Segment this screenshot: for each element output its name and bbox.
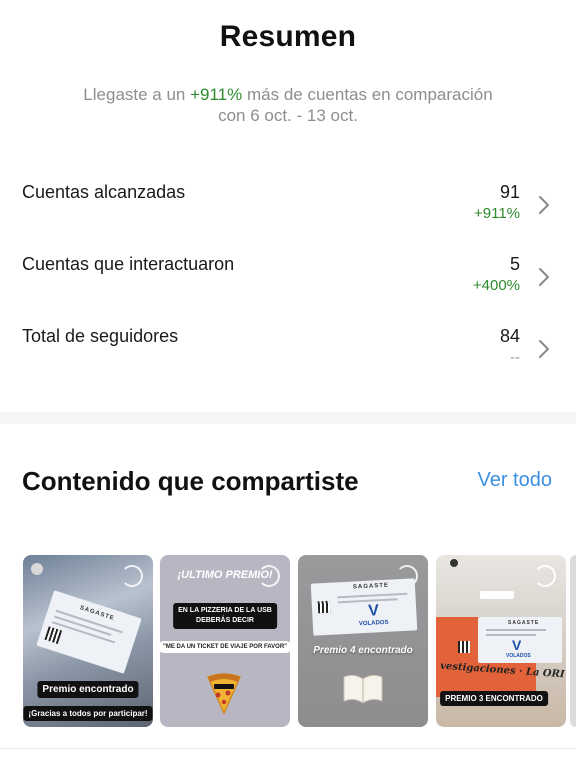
section-title: Contenido que compartiste [22,466,359,496]
story-thumbnail-3[interactable]: SAGASTE V VOLADOS Premio 4 encontrado [298,555,428,727]
chevron-right-icon [539,340,549,358]
ticket-image: SAGASTE V VOLADOS [310,578,418,636]
open-book-icon [343,674,383,704]
section-divider [0,412,576,424]
summary-suffix: más de cuentas en comparación [242,85,493,104]
qr-code-icon [44,626,63,644]
summary-growth: +911% [190,85,243,104]
stat-delta: -- [510,349,520,366]
ticket-label: SAGASTE [352,582,390,591]
stat-label: Cuentas que interactuaron [22,254,235,274]
story-avatar [450,559,458,567]
stat-row-followers[interactable]: Total de seguidores 84 -- [0,326,576,386]
story-thumbnail-1[interactable]: SAGASTE Premio encontrado ¡Gracias a tod… [23,555,153,727]
summary-text: Llegaste a un +911% más de cuentas en co… [40,84,536,126]
next-thumbnail-edge[interactable] [570,555,576,727]
stat-delta: +911% [473,205,520,222]
story-sticker [480,591,514,599]
story-thumbnail-2[interactable]: ¡ULTIMO PREMIO! EN LA PIZZERIA DE LA USB… [160,555,290,727]
see-all-link[interactable]: Ver todo [477,469,552,492]
stat-value: 91 [499,182,520,202]
ticket-label: SAGASTE [508,620,540,626]
qr-code-icon [317,600,331,614]
story-caption: Premio 4 encontrado [313,645,413,656]
ticket-brand: VOLADOS [506,653,531,659]
story-thumbnail-4[interactable]: SAGASTE V VOLADOS vestigaciones · La ORI… [436,555,566,727]
story-line-2: DEBERÁS DECIR [196,617,254,624]
page-title: Resumen [219,20,357,53]
story-ring-icon [121,565,143,587]
story-subcaption: ¡Gracias a todos por participar! [23,706,153,721]
story-line-1: EN LA PIZZERIA DE LA USB [178,607,272,614]
ticket-image: SAGASTE [36,590,142,674]
story-avatar [31,563,43,575]
stat-value: 5 [509,254,520,274]
pizza-icon [206,673,242,715]
story-ring-icon [534,565,556,587]
story-caption: Premio encontrado [37,681,139,698]
qr-code-icon [458,641,470,653]
stat-value: 84 [499,326,520,346]
stat-row-reached[interactable]: Cuentas alcanzadas 91 +911% [0,182,576,242]
summary-prefix: Llegaste a un [83,85,191,104]
ticket-image: SAGASTE V VOLADOS [478,617,562,663]
chevron-right-icon [539,196,549,214]
story-quote: "ME DA UN TICKET DE VIAJE POR FAVOR" [160,641,290,653]
stat-row-engaged[interactable]: Cuentas que interactuaron 5 +400% [0,254,576,314]
chevron-right-icon [539,268,549,286]
volados-logo-icon: V [367,602,380,620]
story-caption: PREMIO 3 ENCONTRADO [440,691,548,706]
stat-label: Cuentas alcanzadas [22,182,186,202]
story-line-box: EN LA PIZZERIA DE LA USB DEBERÁS DECIR [173,603,277,629]
bottom-separator [0,748,576,749]
volados-logo-icon: V [512,637,522,653]
stat-label: Total de seguidores [22,326,179,346]
stat-delta: +400% [472,277,520,294]
summary-period: con 6 oct. - 13 oct. [218,106,358,125]
story-heading: ¡ULTIMO PREMIO! [177,569,273,581]
ticket-brand: VOLADOS [358,619,389,628]
